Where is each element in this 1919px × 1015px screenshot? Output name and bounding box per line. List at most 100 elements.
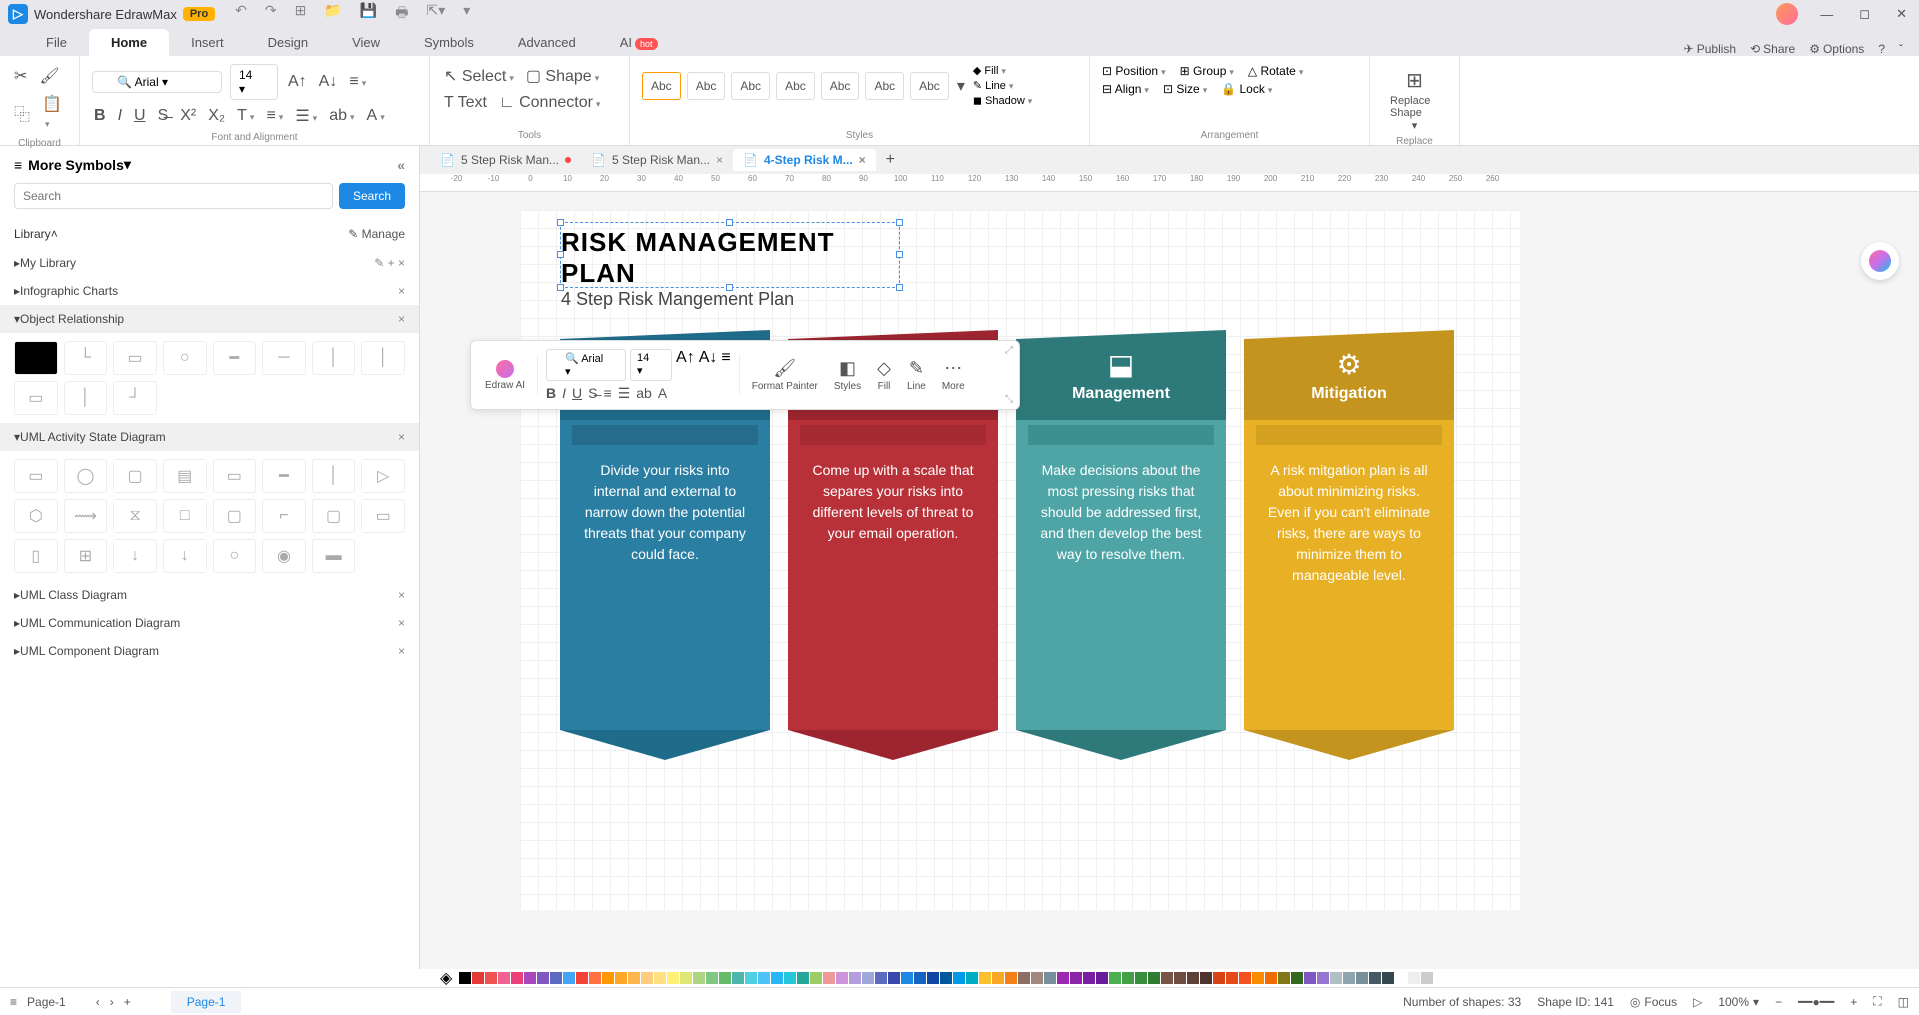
color-swatch[interactable] — [1122, 972, 1134, 984]
color-swatch[interactable] — [1096, 972, 1108, 984]
group-button[interactable]: ⊞ Group — [1180, 64, 1234, 78]
expand-icon[interactable]: ⤢ — [1005, 345, 1013, 356]
shape-thumb[interactable]: │ — [312, 341, 356, 375]
my-library-section[interactable]: ▸ My Library✎ + × — [0, 249, 419, 277]
lock-button[interactable]: 🔒 Lock — [1221, 82, 1272, 96]
zoom-slider[interactable]: ━━●━━ — [1798, 995, 1834, 1009]
color-swatch[interactable] — [1031, 972, 1043, 984]
zoom-out-icon[interactable]: − — [1775, 995, 1782, 1009]
focus-button[interactable]: ◎ Focus — [1630, 995, 1677, 1009]
shape-thumb[interactable]: ▭ — [14, 381, 58, 415]
color-swatch[interactable] — [927, 972, 939, 984]
style-more-icon[interactable]: ▾ — [955, 74, 967, 98]
highlight-icon[interactable]: ab — [636, 385, 652, 402]
color-swatch[interactable] — [1148, 972, 1160, 984]
shape-thumb[interactable]: ▯ — [14, 539, 58, 573]
next-page-icon[interactable]: › — [110, 995, 114, 1009]
more-button[interactable]: ⋯More — [938, 358, 969, 392]
color-swatch[interactable] — [537, 972, 549, 984]
page-nav-icon[interactable]: ≡ — [10, 995, 17, 1009]
tab-close-icon[interactable]: × — [716, 153, 723, 167]
font-color-icon[interactable]: A — [658, 385, 667, 402]
undo-icon[interactable]: ↶ — [235, 2, 247, 26]
color-swatch[interactable] — [1005, 972, 1017, 984]
menu-design[interactable]: Design — [246, 29, 330, 56]
publish-button[interactable]: ✈ Publish — [1684, 42, 1736, 56]
color-swatch[interactable] — [576, 972, 588, 984]
styles-button[interactable]: ◧Styles — [830, 358, 865, 392]
font-grow-icon[interactable]: A↑ — [676, 349, 695, 381]
new-icon[interactable]: ⊞ — [295, 2, 307, 26]
color-swatch[interactable] — [680, 972, 692, 984]
shape-thumb[interactable]: │ — [312, 459, 356, 493]
color-swatch[interactable] — [810, 972, 822, 984]
close-icon[interactable]: ✕ — [1892, 6, 1911, 22]
resize-handle[interactable] — [896, 219, 903, 226]
shape-thumb[interactable]: ▢ — [213, 499, 257, 533]
canvas-page[interactable]: RISK MANAGEMENT PLAN 4 Step Risk Mangeme… — [520, 210, 1520, 910]
color-swatch[interactable] — [836, 972, 848, 984]
color-swatch[interactable] — [693, 972, 705, 984]
zoom-level[interactable]: 100% ▾ — [1718, 995, 1759, 1009]
color-swatch[interactable] — [1018, 972, 1030, 984]
shape-thumb[interactable]: ↓ — [113, 539, 157, 573]
align-button[interactable]: ⊟ Align — [1102, 82, 1149, 96]
replace-shape-button[interactable]: ⊞Replace Shape ▾ — [1382, 64, 1447, 136]
resize-handle[interactable] — [557, 251, 564, 258]
style-preset-1[interactable]: Abc — [642, 72, 681, 100]
shape-thumb[interactable]: ⬡ — [14, 499, 58, 533]
line-button[interactable]: ✎Line — [903, 358, 930, 392]
minimize-icon[interactable]: — — [1816, 7, 1837, 22]
strike-icon[interactable]: S̶ — [156, 105, 171, 127]
shape-thumb[interactable]: ⊞ — [64, 539, 108, 573]
float-font-select[interactable]: 🔍 Arial ▾ — [546, 349, 626, 381]
color-swatch[interactable] — [914, 972, 926, 984]
align-icon[interactable]: ≡ — [347, 71, 368, 93]
text-button[interactable]: T Text — [442, 92, 489, 114]
sidebar-header[interactable]: ≡ More Symbols▾ « — [0, 146, 419, 183]
color-swatch[interactable] — [862, 972, 874, 984]
shape-thumb[interactable]: ⌐ — [262, 499, 306, 533]
save-icon[interactable]: 💾 — [360, 2, 377, 26]
color-swatch[interactable] — [1343, 972, 1355, 984]
color-swatch[interactable] — [992, 972, 1004, 984]
collapse-icon[interactable]: ⤡ — [1005, 394, 1013, 405]
color-swatch[interactable] — [1044, 972, 1056, 984]
color-swatch[interactable] — [485, 972, 497, 984]
color-swatch[interactable] — [1356, 972, 1368, 984]
font-color-icon[interactable]: A — [365, 105, 387, 127]
shape-thumb[interactable]: □ — [163, 499, 207, 533]
color-swatch[interactable] — [823, 972, 835, 984]
canvas-subtitle[interactable]: 4 Step Risk Mangement Plan — [561, 289, 899, 310]
color-swatch[interactable] — [1109, 972, 1121, 984]
italic-icon[interactable]: I — [562, 385, 566, 402]
open-icon[interactable]: 📁 — [324, 2, 341, 26]
shape-thumb[interactable] — [14, 341, 58, 375]
fill-button[interactable]: ◇Fill — [873, 358, 895, 392]
color-swatch[interactable] — [1278, 972, 1290, 984]
bullets-icon[interactable]: ☰ — [293, 104, 319, 128]
italic-icon[interactable]: I — [116, 105, 124, 127]
selected-text-box[interactable]: RISK MANAGEMENT PLAN 4 Step Risk Mangeme… — [560, 222, 900, 288]
options-button[interactable]: ⚙ Options — [1809, 42, 1864, 56]
more-icon[interactable]: ▾ — [463, 2, 470, 26]
bold-icon[interactable]: B — [92, 105, 108, 127]
case-icon[interactable]: T — [235, 105, 256, 127]
shape-thumb[interactable]: ▭ — [14, 459, 58, 493]
color-swatch[interactable] — [1408, 972, 1420, 984]
shape-thumb[interactable]: ⧖ — [113, 499, 157, 533]
color-swatch[interactable] — [940, 972, 952, 984]
shape-thumb[interactable]: ▷ — [361, 459, 405, 493]
color-swatch[interactable] — [979, 972, 991, 984]
highlight-icon[interactable]: ab — [327, 105, 356, 127]
uml-class-section[interactable]: ▸ UML Class Diagram× — [0, 581, 419, 609]
color-swatch[interactable] — [1304, 972, 1316, 984]
color-swatch[interactable] — [719, 972, 731, 984]
resize-handle[interactable] — [896, 251, 903, 258]
color-swatch[interactable] — [524, 972, 536, 984]
color-swatch[interactable] — [1083, 972, 1095, 984]
color-swatch[interactable] — [1369, 972, 1381, 984]
color-swatch[interactable] — [667, 972, 679, 984]
color-swatch[interactable] — [1265, 972, 1277, 984]
shape-thumb[interactable]: ◉ — [262, 539, 306, 573]
